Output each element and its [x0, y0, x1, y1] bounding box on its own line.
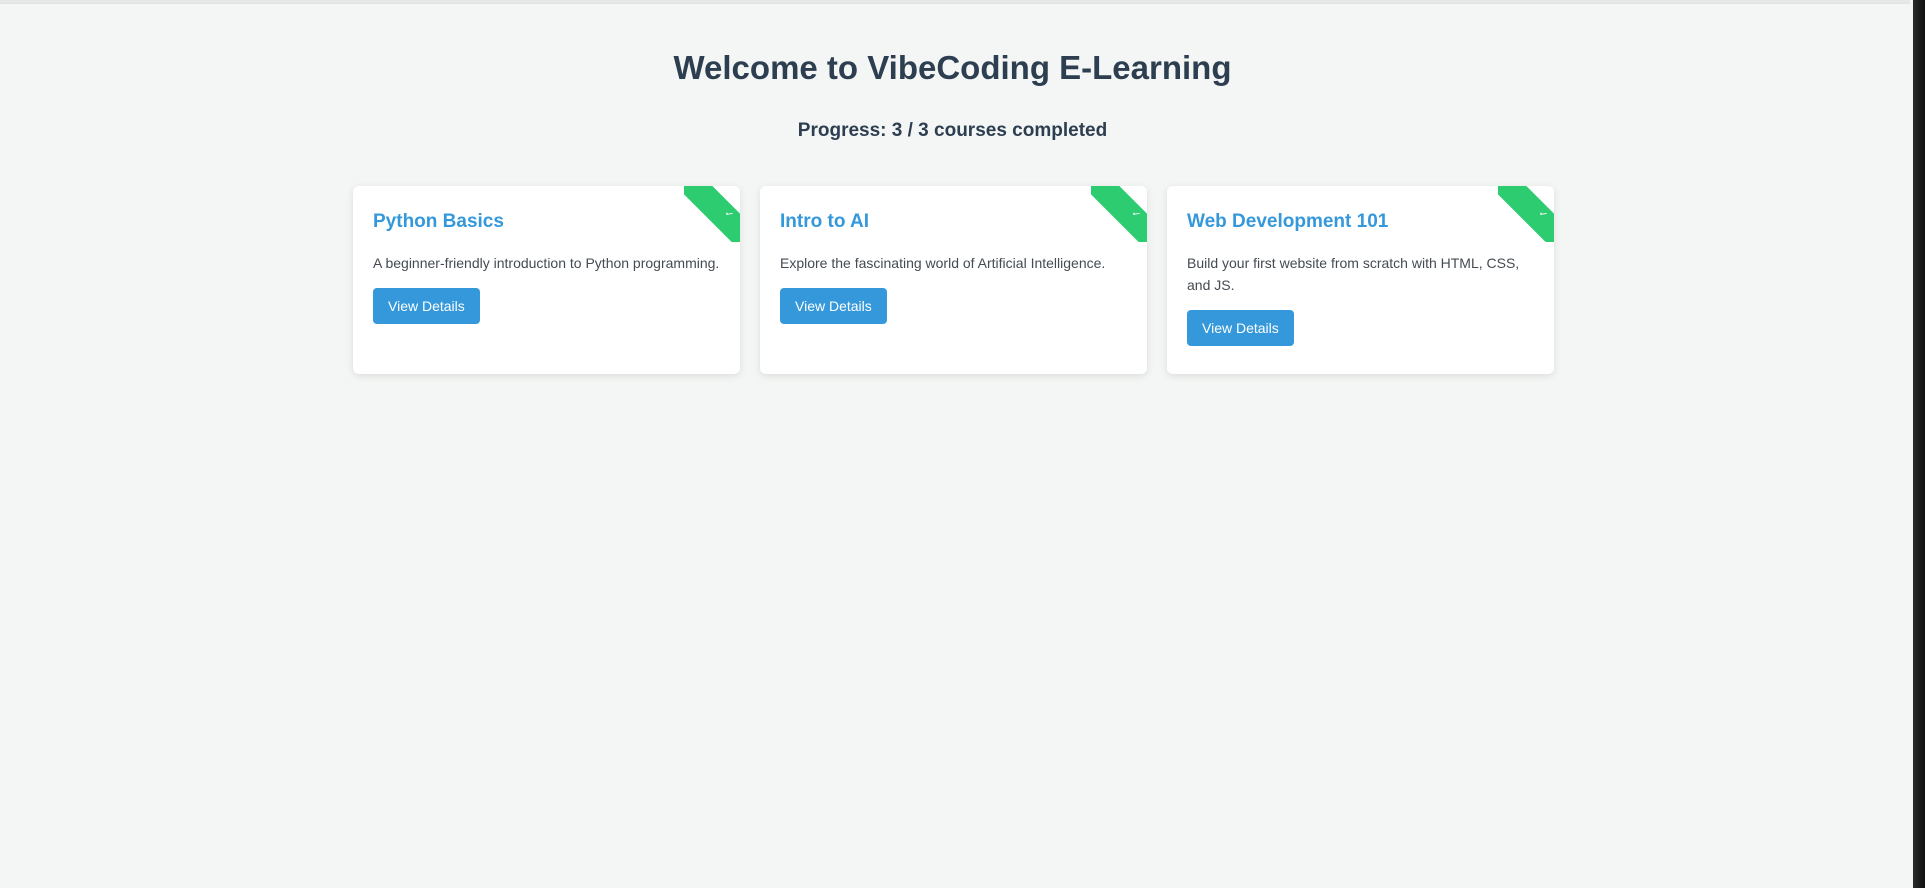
page-title: Welcome to VibeCoding E-Learning — [673, 49, 1232, 86]
completed-ribbon: ✓ — [1091, 186, 1147, 242]
window-edge — [1913, 0, 1925, 888]
course-description: Build your first website from scratch wi… — [1187, 255, 1520, 293]
course-card: ✓ Python Basics A beginner-friendly intr… — [353, 186, 740, 374]
course-card: ✓ Web Development 101 Build your first w… — [1167, 186, 1554, 374]
course-title: Python Basics — [373, 211, 504, 232]
course-title: Web Development 101 — [1187, 211, 1389, 232]
progress-summary: Progress: 3 / 3 courses completed — [797, 120, 1108, 141]
completed-ribbon: ✓ — [684, 186, 740, 242]
view-details-button[interactable]: View Details — [373, 288, 480, 324]
course-list: ✓ Python Basics A beginner-friendly intr… — [353, 186, 1554, 374]
course-description: Explore the fascinating world of Artific… — [780, 255, 1106, 271]
completed-ribbon: ✓ — [1498, 186, 1554, 242]
course-title: Intro to AI — [780, 211, 869, 232]
course-card: ✓ Intro to AI Explore the fascinating wo… — [760, 186, 1147, 374]
view-details-button[interactable]: View Details — [1187, 310, 1294, 346]
page: Welcome to VibeCoding E-Learning Progres… — [0, 0, 1910, 888]
view-details-button[interactable]: View Details — [780, 288, 887, 324]
course-description: A beginner-friendly introduction to Pyth… — [373, 255, 720, 271]
